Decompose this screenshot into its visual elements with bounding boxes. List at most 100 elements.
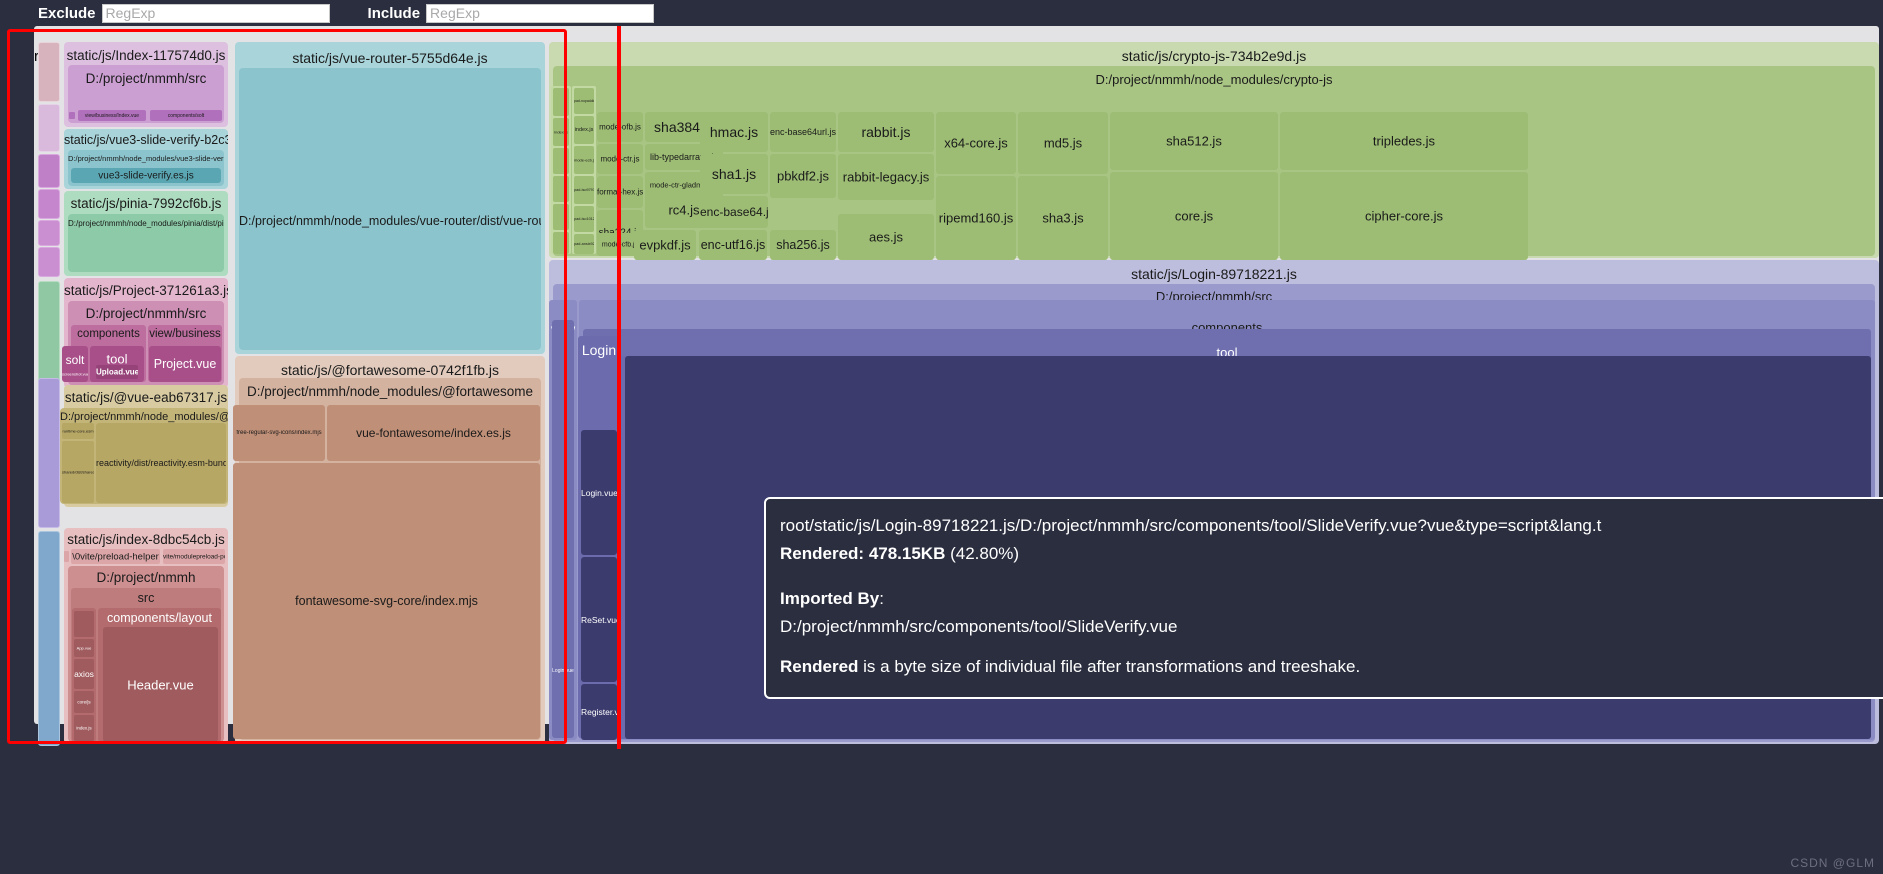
register-vue-label: Register.vue bbox=[581, 707, 617, 717]
crypto-file-md5[interactable]: md5.js bbox=[1018, 112, 1108, 174]
axios-core-cell[interactable]: core/js bbox=[74, 691, 94, 713]
crypto-file-enc-base64url[interactable]: enc-base64url.js bbox=[770, 112, 836, 152]
crypto-cipher-core-label: cipher-core.js bbox=[1364, 208, 1444, 224]
register-vue-leaf[interactable]: Register.vue bbox=[581, 684, 617, 740]
crypto-file-ecb-col[interactable] bbox=[553, 148, 569, 174]
crypto-file-format-hex[interactable]: format-hex.js bbox=[597, 176, 643, 208]
crypto-file-mode-ecb[interactable]: mode-ecb.js bbox=[574, 146, 594, 174]
axios-index-cell[interactable]: index.js bbox=[74, 715, 94, 741]
crypto-file-evpkdf[interactable]: evpkdf.js bbox=[634, 230, 696, 260]
exclude-label: Exclude bbox=[38, 4, 96, 22]
crypto-file-sha3[interactable]: sha3.js bbox=[1018, 176, 1108, 260]
filter-bar: Exclude Include bbox=[0, 0, 1883, 26]
fortawesome-free-regular-label: free-regular-svg-icons/index.mjs bbox=[236, 430, 322, 436]
exclude-input[interactable] bbox=[101, 3, 330, 23]
bundle-vue3-slide-verify-title: static/js/vue3-slide-verify-b2c33c71.js bbox=[64, 133, 228, 147]
crypto-pad-ansix923-label: pad-ansix923.js bbox=[574, 242, 594, 246]
vue-core-reactivity[interactable]: reactivity/dist/reactivity.esm-bundler.j… bbox=[96, 423, 226, 503]
crypto-file-mode-ofb[interactable]: mode-ofb.js bbox=[597, 112, 643, 142]
index-tiny-leaf[interactable] bbox=[69, 112, 75, 119]
crypto-file-tripledes[interactable]: tripledes.js bbox=[1280, 112, 1528, 170]
include-input[interactable] bbox=[426, 3, 655, 23]
include-filter-group: Include bbox=[368, 3, 655, 23]
micro-column-3[interactable] bbox=[38, 154, 60, 188]
crypto-format-hex-label: format-hex.js bbox=[597, 187, 643, 197]
crypto-index-col-label: index.js bbox=[554, 129, 568, 135]
crypto-file-cipher-core[interactable]: cipher-core.js bbox=[1280, 172, 1528, 260]
crypto-file-sha256[interactable]: sha256.js bbox=[770, 230, 836, 260]
index-view-business-label: view/business/Index.vue bbox=[84, 112, 140, 119]
login-view-inner[interactable]: Login.vue bbox=[552, 320, 574, 738]
fortawesome-free-regular[interactable]: free-regular-svg-icons/index.mjs bbox=[233, 405, 325, 461]
crypto-file-pad-ansix923[interactable]: pad-ansix923.js bbox=[574, 234, 594, 254]
index-8dbc-tiny-leaf[interactable] bbox=[64, 551, 69, 562]
pinia-dir[interactable]: D:/project/nmmh/node_modules/pinia/dist/… bbox=[68, 214, 224, 272]
reset-vue-leaf[interactable]: ReSet.vue bbox=[581, 557, 617, 682]
crypto-file-hmac[interactable]: hmac.js bbox=[700, 112, 768, 152]
modulepreload-polyfill-label: vite/modulepreload-polyfill bbox=[163, 553, 225, 560]
axios-cell-2[interactable]: App.vue bbox=[74, 639, 94, 657]
crypto-file-iso-col[interactable] bbox=[553, 176, 569, 202]
project-solt[interactable]: solt screenshot.vue bbox=[62, 346, 88, 382]
index-components-solt-label: components/solt bbox=[167, 112, 205, 119]
crypto-file-ripemd160[interactable]: ripemd160.js bbox=[936, 176, 1016, 260]
vue-core-sub-left-top[interactable]: runtime-core.esm bbox=[62, 423, 94, 439]
crypto-file-aes[interactable]: aes.js bbox=[838, 214, 934, 260]
crypto-file-sha512[interactable]: sha512.js bbox=[1110, 112, 1278, 170]
crypto-enc-base64url-label: enc-base64url.js bbox=[770, 127, 836, 137]
crypto-file-index[interactable]: index.js bbox=[574, 116, 594, 144]
crypto-file-x64-core[interactable]: x64-core.js bbox=[936, 112, 1016, 174]
crypto-file-pad-nopadding[interactable]: pad-nopadding.js bbox=[574, 88, 594, 114]
project-upload-vue[interactable]: Upload.vue bbox=[96, 365, 138, 379]
micro-column-blue[interactable] bbox=[38, 531, 60, 746]
preload-helper-leaf[interactable]: \0vite/preload-helper bbox=[71, 549, 160, 564]
crypto-file-core[interactable]: core.js bbox=[1110, 172, 1278, 260]
axios-index-label: index.js bbox=[76, 725, 92, 731]
vue-router-dir[interactable]: D:/project/nmmh/node_modules/vue-router/… bbox=[239, 68, 541, 350]
vue3-slide-verify-file[interactable]: vue3-slide-verify.es.js bbox=[71, 168, 221, 183]
axios-label-cell[interactable]: axios bbox=[74, 659, 94, 689]
micro-column-5[interactable] bbox=[38, 220, 60, 246]
index-view-business-leaf[interactable]: view/business/Index.vue bbox=[78, 110, 146, 121]
fortawesome-vue-fontawesome-label: vue-fontawesome/index.es.js bbox=[356, 426, 511, 440]
crypto-file-ansix-col[interactable] bbox=[553, 232, 569, 254]
header-vue-leaf[interactable]: Header.vue bbox=[103, 627, 218, 742]
crypto-enc-utf16-label: enc-utf16.js bbox=[700, 238, 766, 252]
crypto-pad-iso10126-label: pad-iso10126.js bbox=[574, 217, 594, 221]
index-components-solt-leaf[interactable]: components/solt bbox=[150, 110, 222, 121]
fortawesome-dir-label: D:/project/nmmh/node_modules/@fortawesom… bbox=[246, 384, 534, 399]
axios-cell-1[interactable] bbox=[74, 611, 94, 637]
crypto-file-pad-iso10126[interactable]: pad-iso10126.js bbox=[574, 206, 594, 232]
modulepreload-polyfill-leaf[interactable]: vite/modulepreload-polyfill bbox=[163, 549, 225, 564]
crypto-file-pad-iso97971[interactable]: pad-iso97971.js bbox=[574, 176, 594, 204]
micro-column-1[interactable] bbox=[38, 42, 60, 102]
crypto-evpkdf-label: evpkdf.js bbox=[639, 237, 691, 253]
project-vue-leaf[interactable]: Project.vue bbox=[149, 346, 221, 382]
micro-column-6[interactable] bbox=[38, 247, 60, 277]
fortawesome-svg-core[interactable]: fontawesome-svg-core/index.mjs bbox=[233, 463, 540, 739]
bundle-login-title: static/js/Login-89718221.js bbox=[1131, 266, 1297, 282]
crypto-file-mode-ctr[interactable]: mode-ctr.js bbox=[597, 144, 643, 174]
crypto-file-sha1[interactable]: sha1.js bbox=[700, 154, 768, 194]
login-vue-leaf[interactable]: Login.vue bbox=[581, 430, 617, 555]
crypto-file-iso2-col[interactable] bbox=[553, 204, 569, 230]
fortawesome-vue-fontawesome[interactable]: vue-fontawesome/index.es.js bbox=[327, 405, 540, 461]
micro-column-purple[interactable] bbox=[38, 378, 60, 528]
tooltip-path: root/static/js/Login-89718221.js/D:/proj… bbox=[780, 516, 1602, 535]
crypto-rabbit-label: rabbit.js bbox=[861, 124, 911, 140]
vue-core-sub-left-big[interactable]: shared/dist/shared bbox=[62, 441, 94, 503]
crypto-sha3-label: sha3.js bbox=[1042, 210, 1084, 226]
crypto-file-enc-utf16[interactable]: enc-utf16.js bbox=[699, 230, 767, 260]
micro-column-2[interactable] bbox=[38, 104, 60, 152]
crypto-file-enc-base64[interactable]: enc-base64.js bbox=[700, 196, 768, 228]
crypto-js-dir-label: D:/project/nmmh/node_modules/crypto-js bbox=[1095, 72, 1333, 87]
treemap-canvas[interactable]: root static/js/Index-117574d0.js D:/proj… bbox=[0, 26, 1883, 874]
crypto-file-index-col[interactable]: index.js bbox=[553, 118, 569, 146]
micro-column-4[interactable] bbox=[38, 189, 60, 219]
crypto-file-pbkdf2[interactable]: pbkdf2.js bbox=[770, 154, 836, 198]
crypto-file-pad-nopadding-col[interactable] bbox=[553, 88, 569, 116]
crypto-file-rabbit-legacy[interactable]: rabbit-legacy.js bbox=[838, 154, 934, 200]
bundle-index-117574d0-title: static/js/Index-117574d0.js bbox=[66, 48, 226, 63]
tooltip-imported-by-value: D:/project/nmmh/src/components/tool/Slid… bbox=[780, 617, 1178, 637]
crypto-file-rabbit[interactable]: rabbit.js bbox=[838, 112, 934, 152]
